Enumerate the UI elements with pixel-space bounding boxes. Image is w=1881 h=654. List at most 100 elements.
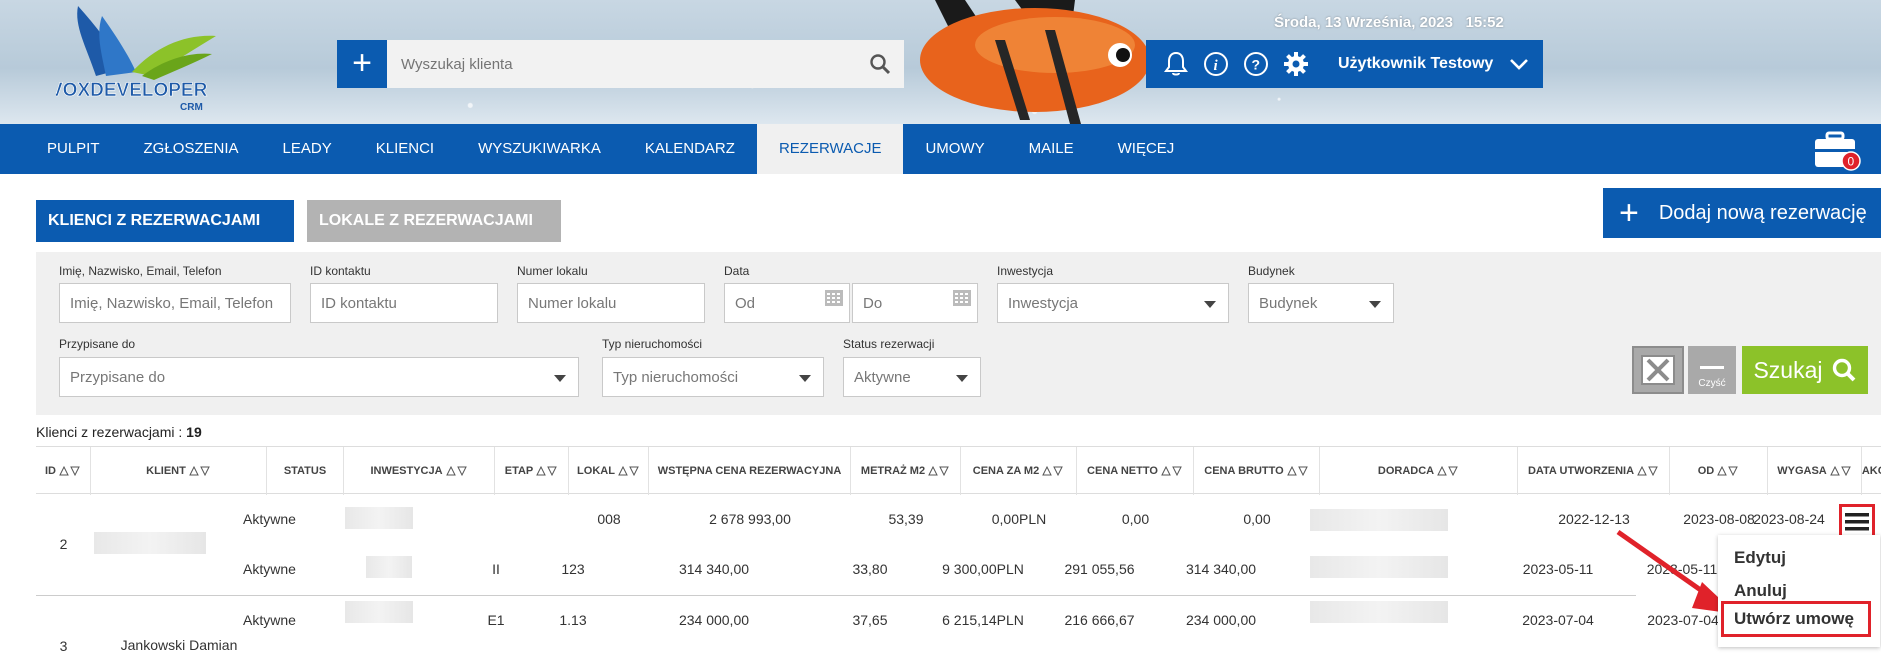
sort-icon[interactable]	[445, 466, 468, 476]
col-doradca-label: DORADCA	[1377, 465, 1435, 477]
redacted-advisor	[1310, 601, 1448, 623]
nav-item-zgloszenia[interactable]: ZGŁOSZENIA	[122, 124, 261, 174]
header-banner: VOXDEVELOPER CRM + Środa, 13 Września, 2…	[0, 0, 1881, 124]
nav-item-klienci[interactable]: KLIENCI	[354, 124, 456, 174]
col-etap[interactable]: ETAP	[495, 447, 569, 495]
sort-icon[interactable]	[1437, 466, 1459, 476]
clear-filters-button[interactable]: Czyść	[1688, 346, 1736, 394]
caret-down-icon	[1369, 301, 1381, 308]
sort-icon[interactable]	[1717, 466, 1739, 476]
col-wygasa-label: WYGASA	[1777, 465, 1827, 477]
clear-filters-label: Czyść	[1698, 378, 1726, 389]
col-cena-m2[interactable]: CENA ZA M2	[961, 447, 1077, 495]
filter-assigned-select[interactable]: Przypisane do	[59, 357, 579, 397]
row-etap: E1	[487, 612, 505, 628]
col-data-utworzenia-label: DATA UTWORZENIA	[1527, 465, 1635, 477]
search-submit-button[interactable]: Szukaj	[1742, 346, 1868, 394]
sort-icon[interactable]	[1829, 466, 1852, 476]
col-cena-brutto[interactable]: CENA BRUTTO	[1194, 447, 1320, 495]
sort-icon[interactable]	[59, 466, 81, 476]
sort-icon[interactable]	[536, 466, 558, 476]
client-search-bar: +	[337, 40, 904, 88]
col-cena-rezerwacyjna[interactable]: WSTĘPNA CENA REZERWACYJNA	[649, 447, 851, 495]
filter-building-select[interactable]: Budynek	[1248, 283, 1394, 323]
tab-clients-with-reservations[interactable]: KLIENCI Z REZERWACJAMI	[36, 200, 294, 242]
main-nav: PULPIT ZGŁOSZENIA LEADY KLIENCI WYSZUKIW…	[0, 124, 1881, 174]
current-datetime: Środa, 13 Września, 2023 15:52	[1274, 14, 1504, 31]
calendar-icon[interactable]	[953, 290, 971, 306]
menu-item-edit[interactable]: Edytuj	[1734, 548, 1786, 568]
nav-item-wyszukiwarka[interactable]: WYSZUKIWARKA	[456, 124, 623, 174]
filter-property-type-select[interactable]: Typ nieruchomości	[602, 357, 824, 397]
caret-down-icon	[1204, 301, 1216, 308]
row-brutto: 234 000,00	[1185, 612, 1257, 628]
user-name[interactable]: Użytkownik Testowy	[1338, 55, 1493, 73]
redacted-client-name	[94, 532, 206, 554]
filter-investment-label: Inwestycja	[997, 264, 1054, 278]
filter-name-input[interactable]: Imię, Nazwisko, Email, Telefon	[59, 283, 291, 323]
col-data-utworzenia[interactable]: DATA UTWORZENIA	[1518, 447, 1670, 495]
col-lokal[interactable]: LOKAL	[569, 447, 649, 495]
col-metraz[interactable]: METRAŻ M2	[851, 447, 961, 495]
filter-date-to-input[interactable]: Do	[852, 283, 978, 323]
filter-name-label: Imię, Nazwisko, Email, Telefon	[59, 264, 222, 278]
nav-item-leady[interactable]: LEADY	[261, 124, 354, 174]
filter-property-type-placeholder: Typ nieruchomości	[613, 368, 739, 386]
sort-icon[interactable]	[1042, 466, 1064, 476]
filter-status-select[interactable]: Aktywne	[843, 357, 981, 397]
sort-icon[interactable]	[189, 466, 211, 476]
nav-item-pulpit[interactable]: PULPIT	[0, 124, 122, 174]
sort-icon[interactable]	[1286, 466, 1309, 476]
col-cena-netto[interactable]: CENA NETTO	[1077, 447, 1194, 495]
quick-add-button[interactable]: +	[337, 40, 387, 88]
info-icon[interactable]: i	[1196, 40, 1236, 88]
menu-item-create-contract[interactable]: Utwórz umowę	[1734, 609, 1854, 629]
sort-icon[interactable]	[618, 466, 640, 476]
nav-item-wiecej[interactable]: WIĘCEJ	[1096, 124, 1197, 174]
results-count: Klienci z rezerwacjami : 19	[36, 424, 202, 440]
col-wygasa[interactable]: WYGASA	[1768, 447, 1862, 495]
filter-investment-placeholder: Inwestycja	[1008, 294, 1079, 312]
row-metraz: 53,39	[888, 511, 924, 527]
gear-icon[interactable]	[1276, 40, 1316, 88]
nav-item-kalendarz[interactable]: KALENDARZ	[623, 124, 757, 174]
add-reservation-button[interactable]: + Dodaj nową rezerwację	[1603, 188, 1881, 238]
redacted-investment	[366, 556, 412, 578]
filter-investment-select[interactable]: Inwestycja	[997, 283, 1229, 323]
search-icon[interactable]	[856, 40, 904, 88]
sort-icon[interactable]	[1161, 466, 1183, 476]
col-id[interactable]: ID	[36, 447, 91, 495]
col-inwestycja[interactable]: INWESTYCJA	[344, 447, 495, 495]
filter-date-from-input[interactable]: Od	[724, 283, 850, 323]
row-cena-rez: 2 678 993,00	[709, 511, 791, 527]
row-lokal: 123	[561, 561, 585, 577]
col-status[interactable]: STATUS	[267, 447, 344, 495]
sort-icon[interactable]	[928, 466, 950, 476]
tab-units-with-reservations[interactable]: LOKALE Z REZERWACJAMI	[307, 200, 561, 242]
briefcase-icon[interactable]: 0	[1813, 131, 1861, 171]
sort-icon[interactable]	[1637, 466, 1659, 476]
col-cena-rezerwacyjna-label: WSTĘPNA CENA REZERWACYJNA	[657, 465, 842, 477]
voxdeveloper-logo[interactable]: VOXDEVELOPER CRM	[56, 6, 256, 118]
row-brutto: 0,00	[1243, 511, 1271, 527]
calendar-icon[interactable]	[825, 290, 843, 306]
client-search-input[interactable]	[387, 40, 856, 88]
nav-item-umowy[interactable]: UMOWY	[903, 124, 1006, 174]
caret-down-icon	[956, 375, 968, 382]
nav-item-rezerwacje[interactable]: REZERWACJE	[756, 124, 904, 174]
nav-item-maile[interactable]: MAILE	[1007, 124, 1096, 174]
col-od[interactable]: OD	[1670, 447, 1768, 495]
export-excel-button[interactable]	[1632, 346, 1684, 394]
row-klient[interactable]: Jankowski Damian	[91, 637, 267, 653]
filter-contact-id-input[interactable]: ID kontaktu	[310, 283, 498, 323]
col-cena-brutto-label: CENA BRUTTO	[1204, 465, 1284, 477]
chevron-down-icon[interactable]	[1509, 58, 1529, 70]
col-klient[interactable]: KLIENT	[91, 447, 267, 495]
col-doradca[interactable]: DORADCA	[1320, 447, 1518, 495]
bell-icon[interactable]	[1156, 40, 1196, 88]
menu-item-cancel[interactable]: Anuluj	[1734, 581, 1787, 601]
hamburger-icon	[1845, 513, 1869, 531]
filter-unit-input[interactable]: Numer lokalu	[517, 283, 705, 323]
redacted-investment	[345, 601, 413, 623]
help-icon[interactable]: ?	[1236, 40, 1276, 88]
